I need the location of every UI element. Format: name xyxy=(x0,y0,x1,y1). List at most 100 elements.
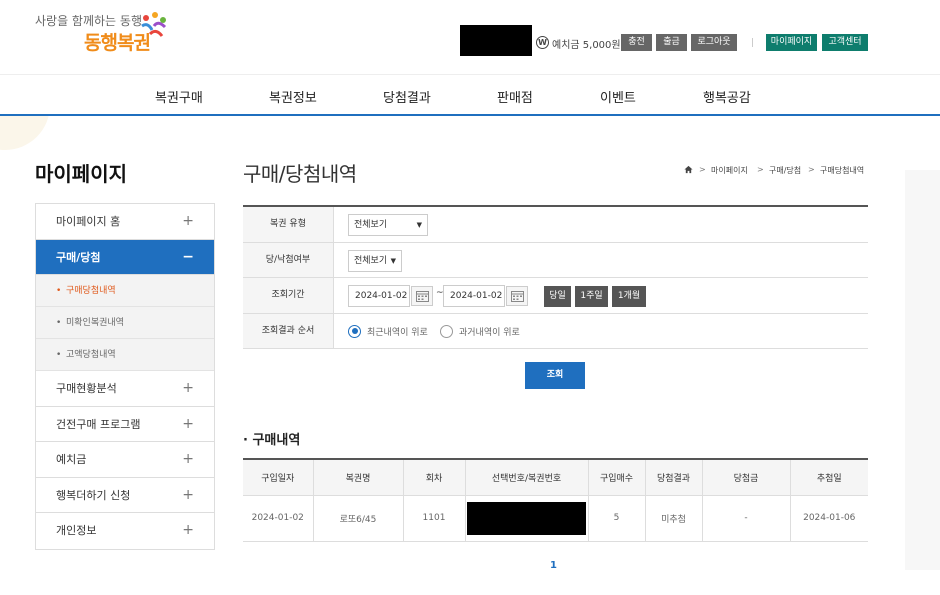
sidebar-subitem-label: 구매당첨내역 xyxy=(66,286,116,296)
period-1week-button[interactable]: 1주일 xyxy=(575,286,608,307)
nav-buy[interactable]: 복권구매 xyxy=(155,87,203,106)
chevron-right-icon: > xyxy=(808,165,815,174)
nav-results[interactable]: 당첨결과 xyxy=(383,87,431,106)
deposit-icon: W xyxy=(536,36,549,49)
purchase-table: 구입일자 복권명 회차 선택번호/복권번호 구입매수 당첨결과 당첨금 추첨일 … xyxy=(243,458,868,542)
main-navigation: 복권구매 복권정보 당첨결과 판매점 이벤트 행복공감 xyxy=(0,74,940,116)
search-button[interactable]: 조회 xyxy=(525,362,585,389)
win-status-select[interactable]: 전체보기 ▼ xyxy=(348,249,402,272)
dropdown-arrow-icon: ▼ xyxy=(390,256,396,265)
nav-stores[interactable]: 판매점 xyxy=(497,87,533,106)
sidebar-item-label: 행복더하기 신청 xyxy=(56,488,131,502)
plus-icon: + xyxy=(182,486,194,503)
customer-center-button[interactable]: 고객센터 xyxy=(822,34,868,51)
column-header: 추첨일 xyxy=(789,459,868,496)
plus-icon: + xyxy=(182,451,194,467)
breadcrumb-item[interactable]: 구매/당첨 xyxy=(769,165,801,176)
bullet-icon: • xyxy=(56,286,62,296)
bullet-icon: • xyxy=(56,318,62,328)
pagination-page[interactable]: 1 xyxy=(550,560,557,571)
breadcrumb-item-current: 구매당첨내역 xyxy=(820,166,865,175)
nav-info[interactable]: 복권정보 xyxy=(269,87,317,106)
table-cell: 로또6/45 xyxy=(312,495,403,542)
plus-icon: + xyxy=(182,415,194,432)
sidebar-subitem-unchecked[interactable]: • 미확인복권내역 xyxy=(36,307,214,339)
sidebar-item-label: 마이페이지 홈 xyxy=(56,215,121,228)
sidebar-item-purchase-win[interactable]: 구매/당첨 − xyxy=(36,239,214,275)
plus-icon: + xyxy=(182,213,194,229)
sidebar-item-mypage-home[interactable]: 마이페이지 홈 + xyxy=(36,204,214,240)
table-cell: 2024-01-06 xyxy=(789,495,868,542)
chevron-right-icon: > xyxy=(699,165,706,174)
field-label: 당/낙첨여부 xyxy=(243,242,334,277)
column-header: 구입일자 xyxy=(243,459,313,496)
sidebar-item-personal-info[interactable]: 개인정보 + xyxy=(36,513,214,549)
table-header-row: 구입일자 복권명 회차 선택번호/복권번호 구입매수 당첨결과 당첨금 추첨일 xyxy=(243,459,868,496)
table-cell: 미추첨 xyxy=(644,495,702,542)
nav-happiness[interactable]: 행복공감 xyxy=(703,87,751,106)
radio-label[interactable]: 과거내역이 위로 xyxy=(459,325,520,338)
background-decoration xyxy=(905,170,940,570)
column-header: 당첨금 xyxy=(701,459,790,496)
calendar-icon xyxy=(511,291,524,302)
calendar-button[interactable] xyxy=(411,286,433,306)
column-header: 선택번호/복권번호 xyxy=(464,459,588,496)
logout-button[interactable]: 로그아웃 xyxy=(691,34,737,51)
logo-slogan: 사랑을 함께하는 동행 xyxy=(35,14,142,28)
sidebar-item-happiness-plus[interactable]: 행복더하기 신청 + xyxy=(36,477,214,513)
calendar-icon xyxy=(416,291,429,302)
sidebar-title: 마이페이지 xyxy=(35,162,127,186)
breadcrumb-item[interactable]: 마이페이지 xyxy=(711,165,748,176)
minus-icon: − xyxy=(182,248,194,265)
period-1month-button[interactable]: 1개월 xyxy=(612,286,646,307)
sidebar-item-purchase-analysis[interactable]: 구매현황분석 + xyxy=(36,371,214,407)
sidebar-item-healthy-program[interactable]: 건전구매 프로그램 + xyxy=(36,406,214,442)
calendar-button[interactable] xyxy=(506,286,528,306)
sidebar-item-label: 구매/당첨 xyxy=(56,250,101,264)
sidebar: 마이페이지 홈 + 구매/당첨 − • 구매당첨내역 • 미확인복권내역 • 고… xyxy=(35,203,215,550)
sidebar-subitem-label: 미확인복권내역 xyxy=(66,318,124,328)
form-row-win: 당/낙첨여부 전체보기 ▼ xyxy=(243,242,868,278)
field-label: 조회결과 순서 xyxy=(243,313,334,348)
order-recent-radio[interactable] xyxy=(348,324,361,338)
sidebar-item-label: 예치금 xyxy=(56,453,87,466)
order-past-radio[interactable] xyxy=(440,324,453,338)
mypage-button[interactable]: 마이페이지 xyxy=(766,34,817,51)
table-row[interactable]: 2024-01-02 로또6/45 1101 5 미추첨 - 2024-01-0… xyxy=(243,495,868,542)
radio-label[interactable]: 최근내역이 위로 xyxy=(367,325,428,338)
sidebar-subitem-high-prize[interactable]: • 고액당첨내역 xyxy=(36,339,214,371)
column-header: 회차 xyxy=(402,459,465,496)
deposit-amount: 예치금 5,000원 xyxy=(552,40,621,51)
page-title: 구매/당첨내역 xyxy=(243,162,357,186)
table-cell: - xyxy=(701,495,790,542)
charge-button[interactable]: 충전 xyxy=(621,34,652,51)
date-from-input[interactable]: 2024-01-02 xyxy=(348,285,410,307)
withdraw-button[interactable]: 출금 xyxy=(656,34,687,51)
table-cell: 5 xyxy=(587,495,645,542)
field-label: 복권 유형 xyxy=(243,207,334,242)
period-today-button[interactable]: 당일 xyxy=(544,286,571,307)
sidebar-item-label: 건전구매 프로그램 xyxy=(56,417,141,431)
column-header: 구입매수 xyxy=(587,459,645,496)
table-cell xyxy=(464,495,588,542)
bullet-icon: • xyxy=(56,350,62,360)
sidebar-item-label: 구매현황분석 xyxy=(56,382,117,395)
plus-icon: + xyxy=(182,522,194,538)
field-label: 조회기간 xyxy=(243,278,334,313)
search-form: 복권 유형 전체보기 ▼ 당/낙첨여부 전체보기 ▼ 조회기간 2024-01-02… xyxy=(243,205,868,349)
lottery-type-select[interactable]: 전체보기 ▼ xyxy=(348,214,428,236)
logo-mark-icon xyxy=(141,12,167,37)
sidebar-item-deposit[interactable]: 예치금 + xyxy=(36,442,214,478)
form-row-period: 조회기간 2024-01-02 ~ 2024-01-02 당일 1주일 1개월 xyxy=(243,278,868,314)
sidebar-subitem-label: 고액당첨내역 xyxy=(66,350,116,360)
sidebar-subitem-purchase-history[interactable]: • 구매당첨내역 xyxy=(36,275,214,307)
nav-events[interactable]: 이벤트 xyxy=(600,87,636,106)
form-row-type: 복권 유형 전체보기 ▼ xyxy=(243,207,868,243)
divider xyxy=(752,38,753,47)
column-header: 당첨결과 xyxy=(644,459,702,496)
home-icon[interactable] xyxy=(684,165,693,174)
table-cell: 2024-01-02 xyxy=(243,495,313,542)
date-to-input[interactable]: 2024-01-02 xyxy=(443,285,505,307)
form-row-order: 조회결과 순서 최근내역이 위로 과거내역이 위로 xyxy=(243,313,868,349)
site-header: 사랑을 함께하는 동행 동행복권 W 예치금 5,000원 충전 출금 로그아웃… xyxy=(0,0,940,74)
